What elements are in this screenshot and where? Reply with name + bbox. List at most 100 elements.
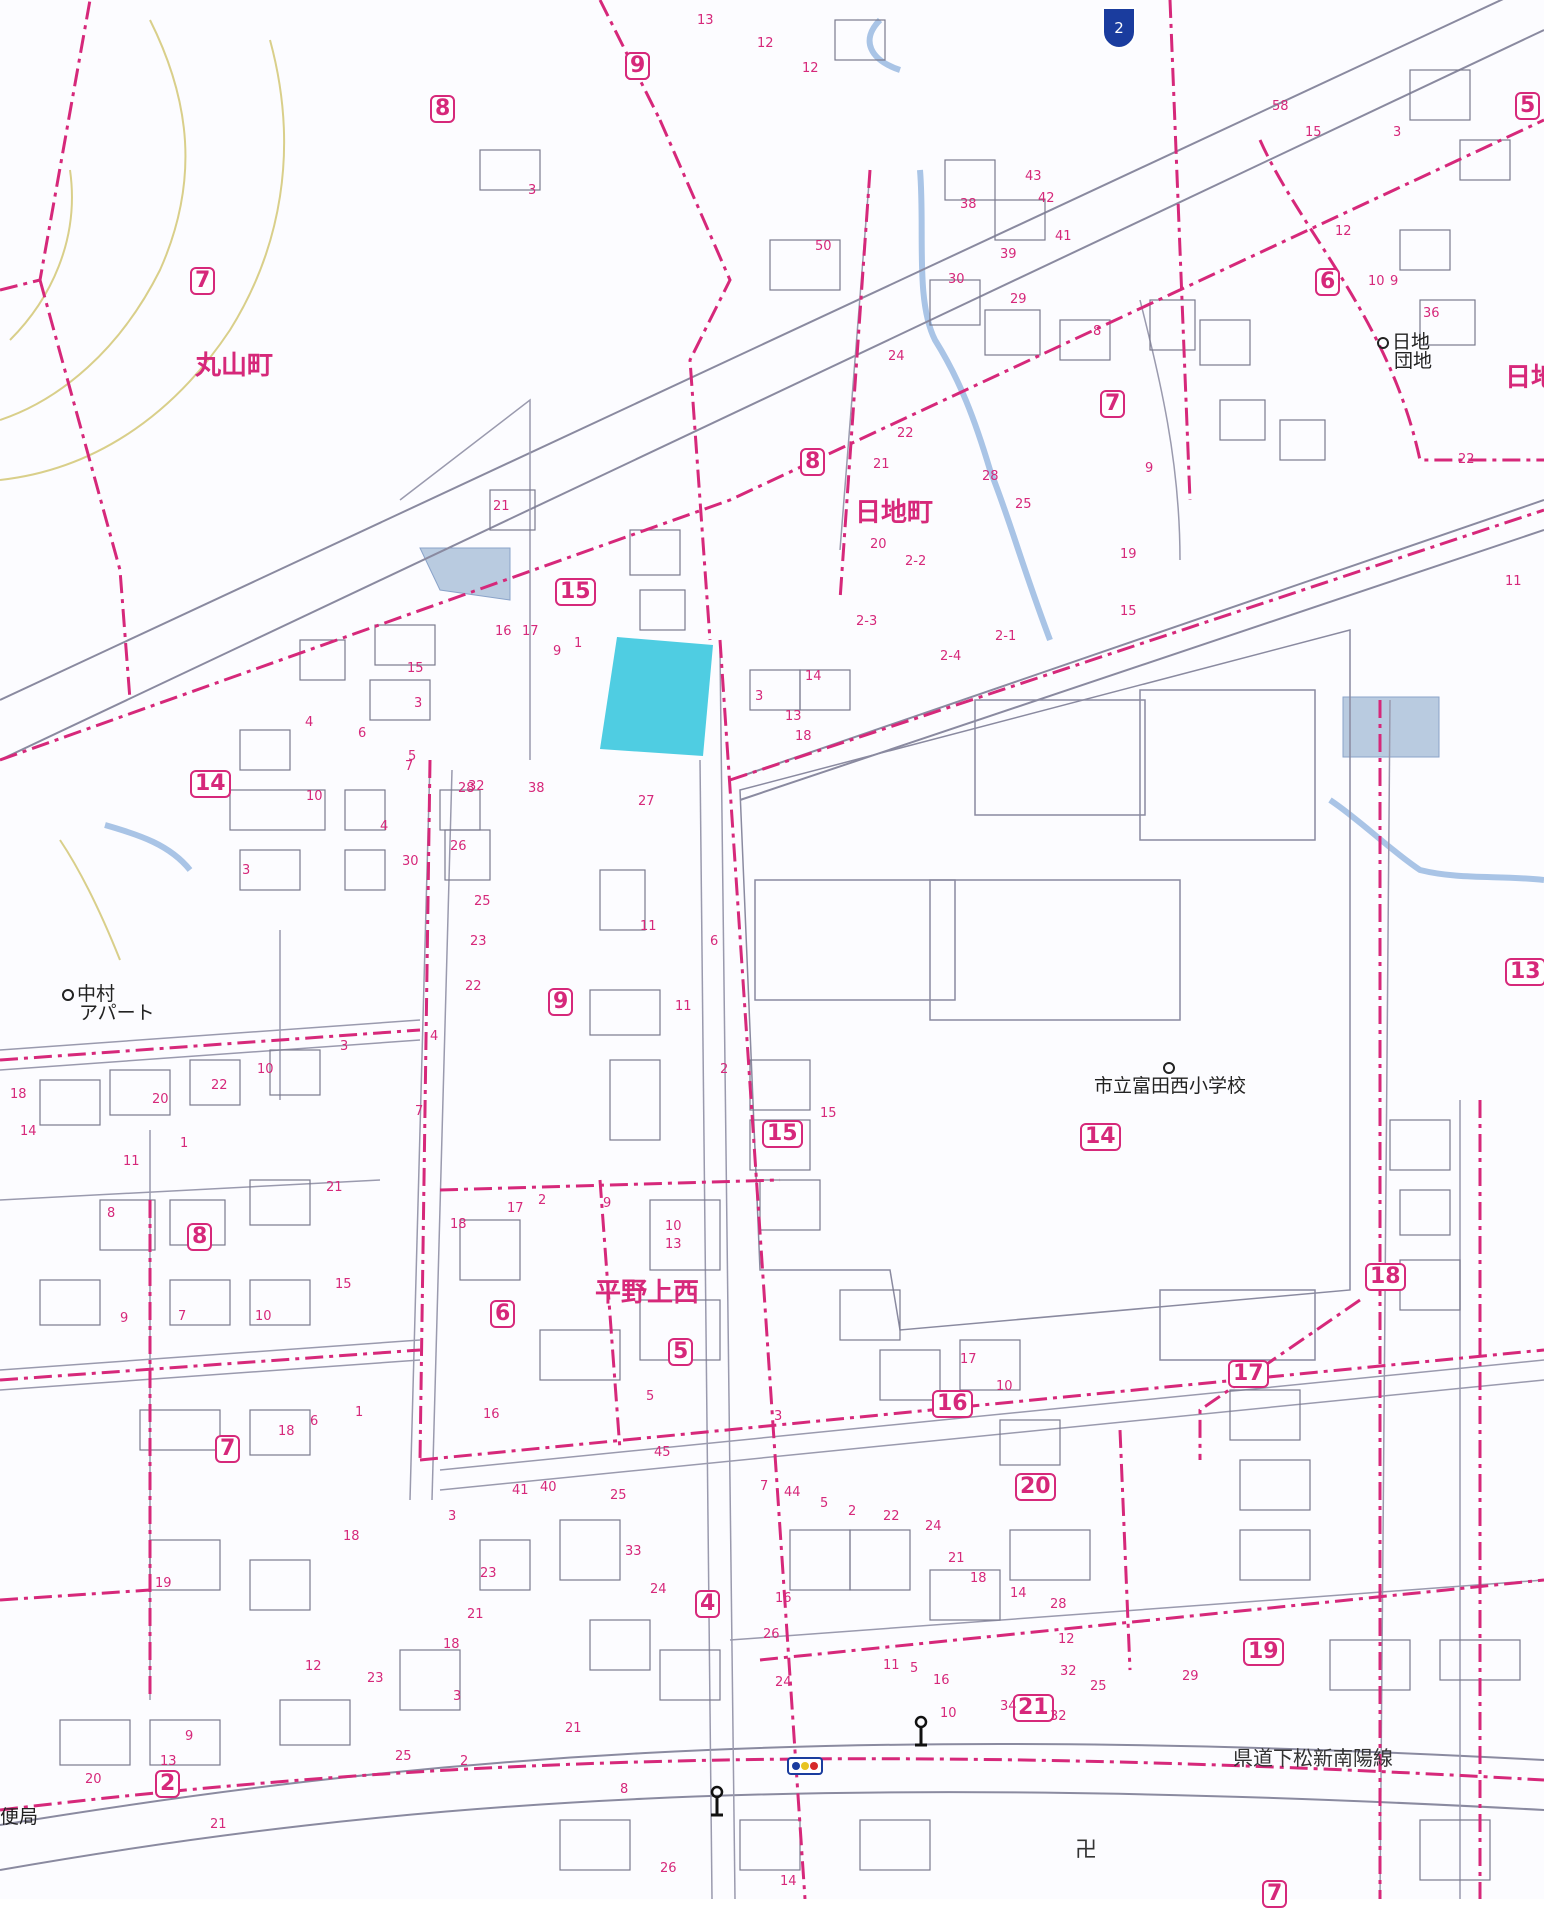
lot-number: 15 <box>335 1277 352 1292</box>
lot-number: 32 <box>1050 1709 1067 1724</box>
lot-number: 3 <box>1393 125 1402 140</box>
lot-number: 38 <box>528 781 545 796</box>
lot-number: 36 <box>1423 306 1440 321</box>
contour-lines <box>0 19 286 961</box>
lot-number: 10 <box>665 1219 682 1234</box>
lot-number: 3 <box>340 1039 349 1054</box>
lot-number: 5 <box>910 1661 919 1676</box>
chome-marker: 15 <box>555 578 596 606</box>
chome-marker: 19 <box>1243 1638 1284 1666</box>
lot-number: 25 <box>474 894 491 909</box>
lot-number: 25 <box>1090 1679 1107 1694</box>
lot-number: 13 <box>160 1754 177 1769</box>
lot-number: 6 <box>710 934 719 949</box>
lot-number: 18 <box>970 1571 987 1586</box>
lot-number: 16 <box>483 1407 500 1422</box>
lot-number: 10 <box>306 789 323 804</box>
lot-number: 4 <box>380 819 389 834</box>
route-number: 2 <box>1114 19 1124 37</box>
lot-number: 15 <box>407 661 424 676</box>
lot-number: 11 <box>640 919 657 934</box>
lot-number: 8 <box>1093 324 1102 339</box>
lot-number: 3 <box>414 696 423 711</box>
lot-number: 45 <box>654 1445 671 1460</box>
lot-number: 15 <box>1305 125 1322 140</box>
lot-number: 2-3 <box>856 614 878 629</box>
lot-number: 9 <box>603 1196 612 1211</box>
lot-number: 26 <box>450 839 467 854</box>
lot-number: 21 <box>948 1551 965 1566</box>
district-boundaries <box>0 0 1544 1899</box>
lot-number: 16 <box>775 1591 792 1606</box>
town-label-hiranokami: 平野上西 <box>595 1278 700 1308</box>
lot-number: 30 <box>948 272 965 287</box>
lot-number: 3 <box>448 1509 457 1524</box>
lot-number: 18 <box>10 1087 27 1102</box>
lot-number: 34 <box>1000 1699 1017 1714</box>
lot-number: 3 <box>242 863 251 878</box>
chome-marker: 8 <box>800 448 826 476</box>
poi-hiji-danchi[interactable]: 日地 団地 <box>1377 333 1432 371</box>
lot-number: 32 <box>1060 1664 1077 1679</box>
lot-number: 7 <box>415 1104 424 1119</box>
chome-marker: 6 <box>490 1300 516 1328</box>
poi-nakamura-apart[interactable]: 中村 アパート <box>62 985 155 1023</box>
landmark-pin-icon <box>710 1785 724 1817</box>
lot-number: 8 <box>620 1782 629 1797</box>
lot-number: 17 <box>960 1352 977 1367</box>
chome-marker: 5 <box>1515 92 1541 120</box>
lot-number: 25 <box>1015 497 1032 512</box>
lot-number: 8 <box>107 1206 116 1221</box>
lot-number: 17 <box>507 1201 524 1216</box>
major-roads <box>0 0 1544 1871</box>
chome-marker: 8 <box>430 95 456 123</box>
lot-number: 23 <box>480 1566 497 1581</box>
lot-number: 26 <box>660 1861 677 1876</box>
lot-number: 41 <box>512 1483 529 1498</box>
lot-number: 10 <box>1368 274 1385 289</box>
lot-number: 24 <box>888 349 905 364</box>
map-canvas[interactable]: 2 丸山町 日地町 平野上西 日地 8 8 9 7 5 6 7 8 15 14 … <box>0 0 1544 1908</box>
chome-marker: 8 <box>187 1223 213 1251</box>
lot-number: 13 <box>665 1237 682 1252</box>
chome-marker: 18 <box>1365 1263 1406 1291</box>
contour-line <box>59 839 121 961</box>
chome-marker: 17 <box>1228 1360 1269 1388</box>
landmark-pin-icon <box>914 1715 928 1747</box>
poi-school[interactable]: 市立富田西小学校 <box>1094 1058 1246 1096</box>
poi-dot-icon <box>1162 1061 1175 1074</box>
lot-number: 12 <box>1335 224 1352 239</box>
lot-number: 21 <box>326 1180 343 1195</box>
lot-number: 13 <box>697 13 714 28</box>
lot-number: 10 <box>255 1309 272 1324</box>
lot-number: 3 <box>453 1689 462 1704</box>
lot-number: 12 <box>757 36 774 51</box>
chome-marker: 7 <box>1262 1880 1288 1908</box>
lot-number: 40 <box>540 1480 557 1495</box>
lot-number: 16 <box>495 624 512 639</box>
lot-number: 11 <box>1505 574 1522 589</box>
lot-number: 24 <box>925 1519 942 1534</box>
lot-number: 42 <box>1038 191 1055 206</box>
lot-number: 13 <box>785 709 802 724</box>
lot-number: 1 <box>574 636 583 651</box>
lot-number: 24 <box>775 1675 792 1690</box>
lot-number: 12 <box>1058 1632 1075 1647</box>
chome-marker: 15 <box>762 1120 803 1148</box>
lot-number: 27 <box>638 794 655 809</box>
lot-number: 7 <box>760 1479 769 1494</box>
highway-edge <box>0 0 1504 701</box>
chome-marker: 21 <box>1013 1694 1054 1722</box>
lot-number: 25 <box>610 1488 627 1503</box>
town-label-maruyama: 丸山町 <box>195 351 274 381</box>
lot-number: 2 <box>848 1504 857 1519</box>
lot-number: 4 <box>430 1029 439 1044</box>
lot-number: 19 <box>155 1576 172 1591</box>
contour-line <box>0 19 187 421</box>
lot-number: 17 <box>522 624 539 639</box>
lot-number: 23 <box>367 1671 384 1686</box>
lot-number: 18 <box>443 1637 460 1652</box>
lot-number: 58 <box>1272 99 1289 114</box>
lot-number: 7 <box>405 759 414 774</box>
lot-number: 21 <box>210 1817 227 1832</box>
